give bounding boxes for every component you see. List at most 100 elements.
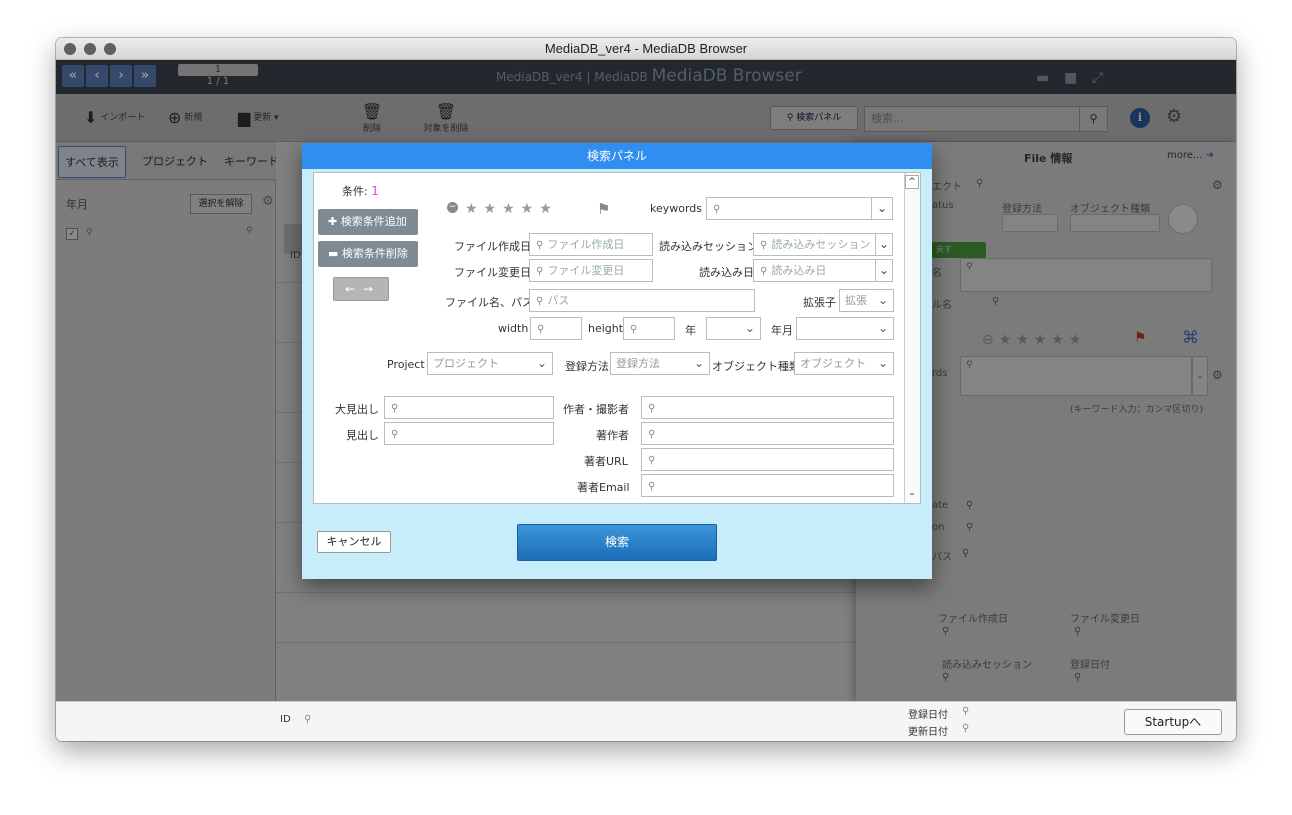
copyright-url-label: 著者URL xyxy=(584,455,628,468)
rating-stars[interactable]: ★★★★★ xyxy=(465,201,558,217)
search-icon: ⚲ xyxy=(962,723,970,734)
chevron-down-icon: ⌄ xyxy=(693,356,704,370)
copyright-email-input[interactable]: ⚲ xyxy=(641,474,894,497)
search-icon: ⚲ xyxy=(304,714,312,725)
bottom-updated-label: 更新日付 xyxy=(908,727,948,738)
year-month-select[interactable]: ⌄ xyxy=(796,317,894,340)
arrow-right-icon[interactable]: → xyxy=(363,282,381,296)
width-input[interactable]: ⚲ xyxy=(530,317,582,340)
copyright-url-input[interactable]: ⚲ xyxy=(641,448,894,471)
headline-label: 見出し xyxy=(346,429,379,442)
object-type-label: オブジェクト種類 xyxy=(712,360,800,373)
search-icon: ⚲ xyxy=(648,403,656,414)
project-select[interactable]: プロジェクト ⌄ xyxy=(427,352,553,375)
filename-path-label: ファイル名、パス xyxy=(445,296,533,309)
search-icon: ⚲ xyxy=(760,240,768,251)
search-icon: ⚲ xyxy=(713,204,721,215)
import-session-dropdown[interactable]: ⌄ xyxy=(875,233,893,256)
extension-select[interactable]: 拡張 ⌄ xyxy=(839,289,894,312)
search-icon: ⚲ xyxy=(648,455,656,466)
search-icon: ⚲ xyxy=(536,296,544,307)
form-scrollbar[interactable]: ^ ⌄ xyxy=(904,173,920,503)
condition-label: 条件: xyxy=(342,185,368,198)
chevron-down-icon: ⌄ xyxy=(536,356,547,370)
dialog-form: 条件: 1 ✚ 検索条件追加 ▬ 検索条件削除 ←→ − ★★★★★ ⚑ key… xyxy=(313,172,921,504)
headline-large-input[interactable]: ⚲ xyxy=(384,396,554,419)
extension-placeholder: 拡張 xyxy=(845,294,867,307)
add-condition-button[interactable]: ✚ 検索条件追加 xyxy=(318,209,418,235)
headline-input[interactable]: ⚲ xyxy=(384,422,554,445)
condition-count: 1 xyxy=(371,184,379,198)
file-modified-placeholder: ファイル変更日 xyxy=(547,264,625,277)
search-panel-dialog: 検索パネル 条件: 1 ✚ 検索条件追加 ▬ 検索条件削除 ←→ − ★★★★★… xyxy=(302,143,932,579)
bottom-bar: ID ⚲ 登録日付 ⚲ 更新日付 ⚲ Startupへ xyxy=(56,701,1236,741)
chevron-down-icon: ⌄ xyxy=(877,293,888,307)
search-icon: ⚲ xyxy=(648,481,656,492)
condition-nav-arrows[interactable]: ←→ xyxy=(333,277,389,301)
project-placeholder: プロジェクト xyxy=(433,357,499,370)
year-month-label: 年月 xyxy=(771,324,793,337)
bottom-registered-label: 登録日付 xyxy=(908,710,948,721)
search-icon: ⚲ xyxy=(648,429,656,440)
reg-method-select[interactable]: 登録方法 ⌄ xyxy=(610,352,710,375)
chevron-down-icon: ⌄ xyxy=(877,321,888,335)
window-title: MediaDB_ver4 - MediaDB Browser xyxy=(544,41,748,56)
file-created-placeholder: ファイル作成日 xyxy=(547,238,625,251)
copyright-input[interactable]: ⚲ xyxy=(641,422,894,445)
path-placeholder: パス xyxy=(547,294,570,307)
search-icon: ⚲ xyxy=(391,403,399,414)
file-modified-input[interactable]: ⚲ ファイル変更日 xyxy=(529,259,653,282)
author-photographer-input[interactable]: ⚲ xyxy=(641,396,894,419)
path-input[interactable]: ⚲ パス xyxy=(529,289,755,312)
keywords-label: keywords xyxy=(650,202,703,215)
scroll-down-icon[interactable]: ⌄ xyxy=(905,487,919,501)
import-date-label: 読み込み日 xyxy=(699,266,754,279)
object-type-select[interactable]: オブジェクト ⌄ xyxy=(794,352,894,375)
author-photographer-label: 作者・撮影者 xyxy=(563,403,629,416)
project-label: Project xyxy=(387,358,425,371)
search-button[interactable]: 検索 xyxy=(517,524,717,561)
zoom-window-icon[interactable] xyxy=(104,43,116,55)
search-icon: ⚲ xyxy=(537,324,545,335)
import-date-placeholder: 読み込み日 xyxy=(771,264,827,277)
height-input[interactable]: ⚲ xyxy=(623,317,675,340)
app-window: MediaDB_ver4 - MediaDB Browser « ‹ › » 1… xyxy=(56,38,1236,741)
copyright-label: 著作者 xyxy=(596,429,629,442)
year-select[interactable]: ⌄ xyxy=(706,317,761,340)
search-icon: ⚲ xyxy=(962,706,970,717)
scroll-up-icon[interactable]: ^ xyxy=(905,175,919,189)
import-session-label: 読み込みセッション xyxy=(659,240,758,253)
startup-button[interactable]: Startupへ xyxy=(1124,709,1222,735)
remove-condition-button[interactable]: ▬ 検索条件削除 xyxy=(318,241,418,267)
extension-label: 拡張子 xyxy=(803,296,836,309)
headline-large-label: 大見出し xyxy=(335,403,379,416)
import-session-input[interactable]: ⚲ 読み込みセッション xyxy=(753,233,877,256)
minimize-window-icon[interactable] xyxy=(84,43,96,55)
object-type-placeholder: オブジェクト xyxy=(800,357,866,370)
width-label: width xyxy=(498,322,529,335)
reg-method-label: 登録方法 xyxy=(565,360,609,373)
file-created-input[interactable]: ⚲ ファイル作成日 xyxy=(529,233,653,256)
cancel-button[interactable]: キャンセル xyxy=(317,531,391,553)
search-icon: ⚲ xyxy=(760,266,768,277)
close-window-icon[interactable] xyxy=(64,43,76,55)
import-date-dropdown[interactable]: ⌄ xyxy=(875,259,893,282)
year-label: 年 xyxy=(685,324,696,337)
search-icon: ⚲ xyxy=(536,240,544,251)
window-titlebar: MediaDB_ver4 - MediaDB Browser xyxy=(56,38,1236,60)
import-session-placeholder: 読み込みセッション xyxy=(771,238,871,251)
import-date-input[interactable]: ⚲ 読み込み日 xyxy=(753,259,877,282)
clear-rating-icon[interactable]: − xyxy=(447,202,458,213)
file-created-label: ファイル作成日 xyxy=(454,240,531,253)
keywords-dropdown[interactable]: ⌄ xyxy=(871,197,893,220)
file-modified-label: ファイル変更日 xyxy=(454,266,531,279)
chevron-down-icon: ⌄ xyxy=(877,356,888,370)
remove-condition-label: 検索条件削除 xyxy=(341,247,408,260)
reg-method-placeholder: 登録方法 xyxy=(616,357,660,370)
arrow-left-icon[interactable]: ← xyxy=(345,282,363,296)
dialog-title: 検索パネル xyxy=(302,143,932,169)
chevron-down-icon: ⌄ xyxy=(744,321,755,335)
flag-icon[interactable]: ⚑ xyxy=(597,200,610,218)
bottom-id-label: ID xyxy=(280,714,291,725)
keywords-input[interactable]: ⚲ xyxy=(706,197,872,220)
